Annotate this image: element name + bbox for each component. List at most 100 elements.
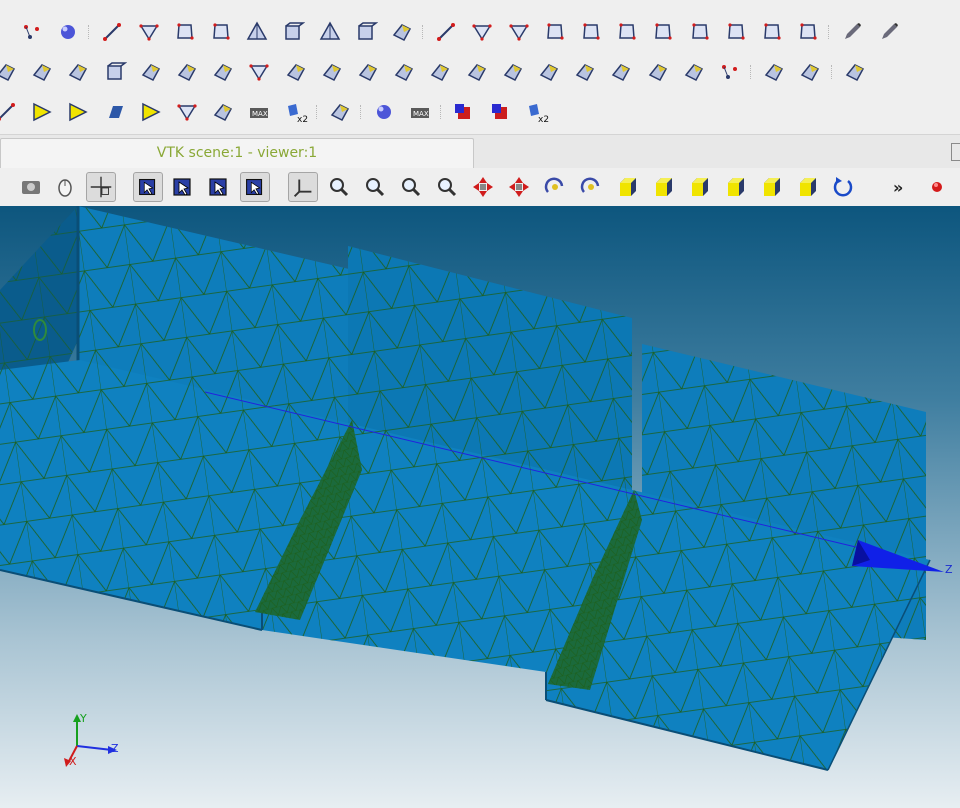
merge-icon[interactable] [537, 60, 561, 84]
select-nodes-icon[interactable] [133, 172, 163, 202]
duplicate-icon[interactable] [798, 60, 822, 84]
mesh-0d-icon[interactable] [20, 20, 44, 44]
skew-icon[interactable] [328, 100, 352, 124]
fit-all-icon[interactable] [324, 172, 354, 202]
yellow-tri-2-icon[interactable] [139, 100, 163, 124]
zoom-in-icon[interactable] [432, 172, 462, 202]
pentahedron-icon[interactable] [318, 20, 342, 44]
extrusion-icon[interactable] [356, 60, 380, 84]
bottom-view-icon[interactable] [720, 172, 750, 202]
z-axis-marker-label: Z [945, 563, 953, 576]
revolution-icon[interactable] [465, 60, 489, 84]
bare-border-x2-icon[interactable]: x2 [284, 100, 308, 124]
triangle-icon[interactable] [137, 20, 161, 44]
select-volumes-icon[interactable] [240, 172, 270, 202]
select-faces-icon[interactable] [204, 172, 234, 202]
edit-icon[interactable] [877, 20, 901, 44]
pan-icon[interactable] [468, 172, 498, 202]
quadratic-quadrangle-icon[interactable] [543, 20, 567, 44]
split-face-icon[interactable] [211, 60, 235, 84]
over-constrained-x2-icon[interactable]: x2 [525, 100, 549, 124]
reset-view-icon[interactable] [828, 172, 858, 202]
viewer-tab-bar: VTK scene:1 - viewer:1 [0, 134, 960, 169]
max-element-icon[interactable]: MAX [247, 100, 271, 124]
svg-text:x2: x2 [297, 115, 308, 124]
mouse-icon[interactable] [50, 172, 80, 202]
polyhedron-icon[interactable] [390, 20, 414, 44]
sewing-icon[interactable] [428, 60, 452, 84]
record-icon[interactable] [926, 172, 956, 202]
fill-hole-icon[interactable] [646, 60, 670, 84]
back-view-icon[interactable] [648, 172, 678, 202]
quadratic-hexahedron-icon[interactable] [760, 20, 784, 44]
toolbar-separator [88, 25, 91, 39]
right-view-icon[interactable] [792, 172, 822, 202]
orientation-icon[interactable] [66, 60, 90, 84]
union-triangles-icon[interactable] [247, 60, 271, 84]
warping-icon[interactable] [211, 100, 235, 124]
ball-icon[interactable] [56, 20, 80, 44]
convert-icon[interactable] [843, 60, 867, 84]
toolbar-separator [750, 65, 753, 79]
grid-icon[interactable] [103, 60, 127, 84]
cut-quad-icon[interactable] [175, 60, 199, 84]
front-view-icon[interactable] [612, 172, 642, 202]
scale-icon[interactable] [392, 60, 416, 84]
fit-area-icon[interactable] [360, 172, 390, 202]
edge-icon[interactable] [100, 20, 124, 44]
quadratic-pentahedron-icon[interactable] [724, 20, 748, 44]
trihedron-icon[interactable] [288, 172, 318, 202]
top-view-icon[interactable] [684, 172, 714, 202]
quadratic-pyramid-icon[interactable] [688, 20, 712, 44]
quadratic-tetrahedron-icon[interactable] [651, 20, 675, 44]
pick-point-icon[interactable] [86, 172, 116, 202]
pattern-icon[interactable] [501, 60, 525, 84]
hexagonal-prism-icon[interactable] [354, 20, 378, 44]
volume-icon[interactable] [30, 60, 54, 84]
z-axis-label: Z [111, 742, 119, 755]
smoothing-icon[interactable] [320, 60, 344, 84]
hexahedron-icon[interactable] [281, 20, 306, 44]
toolbar-separator [830, 65, 834, 79]
ruler-icon[interactable] [0, 60, 18, 84]
blue-red-cube-icon[interactable] [489, 100, 513, 124]
split-volumes-icon[interactable] [762, 60, 786, 84]
free-faces-icon[interactable] [30, 100, 54, 124]
biquadratic-quadrangle-icon[interactable] [579, 20, 603, 44]
vtk-3d-viewport[interactable]: Z Y Z X [0, 206, 960, 808]
triquadratic-hexahedron-icon[interactable] [796, 20, 820, 44]
select-elements-icon[interactable] [168, 172, 198, 202]
color-balls-icon[interactable] [372, 100, 396, 124]
biquadratic-triangle-icon[interactable] [507, 20, 531, 44]
pencil-icon[interactable] [840, 20, 864, 44]
dump-view-icon[interactable] [16, 172, 46, 202]
max-element-3d-icon[interactable]: MAX [408, 100, 432, 124]
quadrangle-icon[interactable] [173, 20, 197, 44]
restore-tab-icon[interactable] [951, 143, 960, 161]
triangle-outline-icon[interactable] [175, 100, 199, 124]
reorient-icon[interactable] [139, 60, 163, 84]
tab-vtk-viewer[interactable]: VTK scene:1 - viewer:1 [0, 138, 474, 169]
quadratic-polygon-icon[interactable] [615, 20, 639, 44]
rotate-icon[interactable] [540, 172, 570, 202]
quadratic-triangle-icon[interactable] [470, 20, 494, 44]
global-pan-icon[interactable] [504, 172, 534, 202]
tetrahedron-icon[interactable] [245, 20, 269, 44]
left-view-icon[interactable] [756, 172, 786, 202]
more-tools-button[interactable]: » [893, 178, 903, 197]
free-edges-icon[interactable] [0, 100, 18, 124]
quadratic-edge-icon[interactable] [434, 20, 458, 44]
rotation-point-icon[interactable] [576, 172, 606, 202]
toolbar-separator [422, 25, 425, 39]
diagonal-icon[interactable] [284, 60, 308, 84]
polygon-icon[interactable] [209, 20, 233, 44]
nodes-icon[interactable] [718, 60, 742, 84]
extrusion-path-icon[interactable] [573, 60, 597, 84]
cutting-icon[interactable] [609, 60, 633, 84]
parallelogram-icon[interactable] [103, 100, 127, 124]
trihedron-icon: Y Z X [64, 712, 119, 768]
red-cube-icon[interactable] [452, 100, 476, 124]
yellow-triangle-icon[interactable] [66, 100, 90, 124]
zoom-icon[interactable] [396, 172, 426, 202]
merge-elements-icon[interactable] [682, 60, 706, 84]
